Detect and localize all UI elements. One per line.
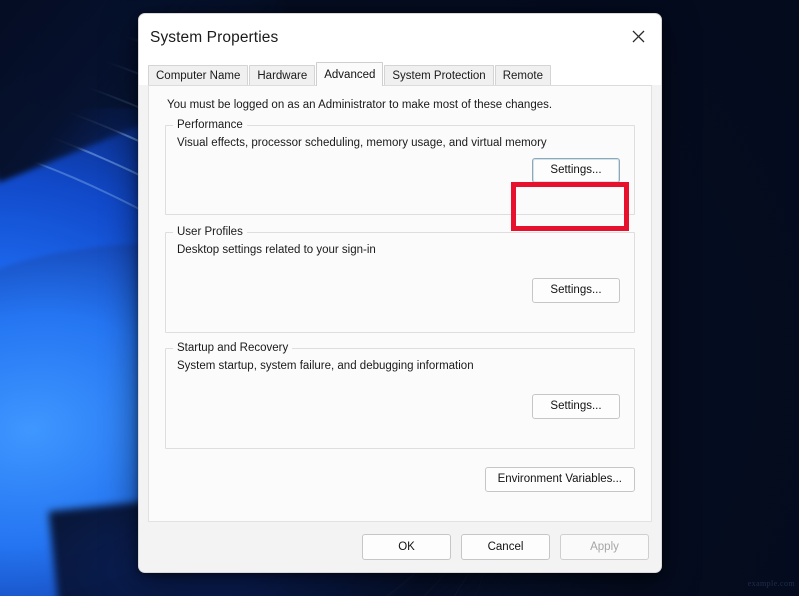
dialog-footer: OK Cancel Apply (139, 522, 661, 572)
startup-recovery-group-legend: Startup and Recovery (173, 342, 293, 354)
environment-variables-row: Environment Variables... (149, 449, 651, 492)
startup-recovery-settings-button[interactable]: Settings... (532, 394, 620, 419)
administrator-note: You must be logged on as an Administrato… (167, 99, 553, 111)
watermark-text: example.com (747, 579, 795, 588)
startup-recovery-actions: Settings... (166, 372, 634, 430)
dialog-title-bar: System Properties (139, 14, 661, 61)
system-properties-dialog: System Properties Computer Name Hardware… (138, 13, 662, 573)
tab-remote[interactable]: Remote (494, 65, 551, 86)
user-profiles-group-legend: User Profiles (173, 226, 247, 238)
advanced-tab-panel: You must be logged on as an Administrato… (148, 85, 652, 522)
tab-advanced[interactable]: Advanced (316, 62, 384, 86)
startup-recovery-group: Startup and Recovery System startup, sys… (165, 342, 635, 449)
performance-actions: Settings... (166, 149, 634, 194)
tab-system-protection[interactable]: System Protection (384, 65, 494, 86)
performance-group: Performance Visual effects, processor sc… (165, 119, 635, 215)
user-profiles-group: User Profiles Desktop settings related t… (165, 226, 635, 333)
performance-settings-button[interactable]: Settings... (532, 158, 620, 183)
user-profiles-settings-button[interactable]: Settings... (532, 278, 620, 303)
close-icon[interactable] (615, 14, 661, 58)
environment-variables-button[interactable]: Environment Variables... (484, 467, 635, 492)
user-profiles-actions: Settings... (166, 256, 634, 314)
dialog-title: System Properties (150, 28, 279, 46)
performance-group-legend: Performance (173, 119, 247, 131)
tab-hardware[interactable]: Hardware (249, 65, 316, 86)
tab-strip: Computer Name Hardware Advanced System P… (139, 61, 661, 86)
tab-computer-name[interactable]: Computer Name (148, 65, 249, 86)
apply-button: Apply (560, 534, 649, 560)
ok-button[interactable]: OK (362, 534, 451, 560)
cancel-button[interactable]: Cancel (461, 534, 550, 560)
